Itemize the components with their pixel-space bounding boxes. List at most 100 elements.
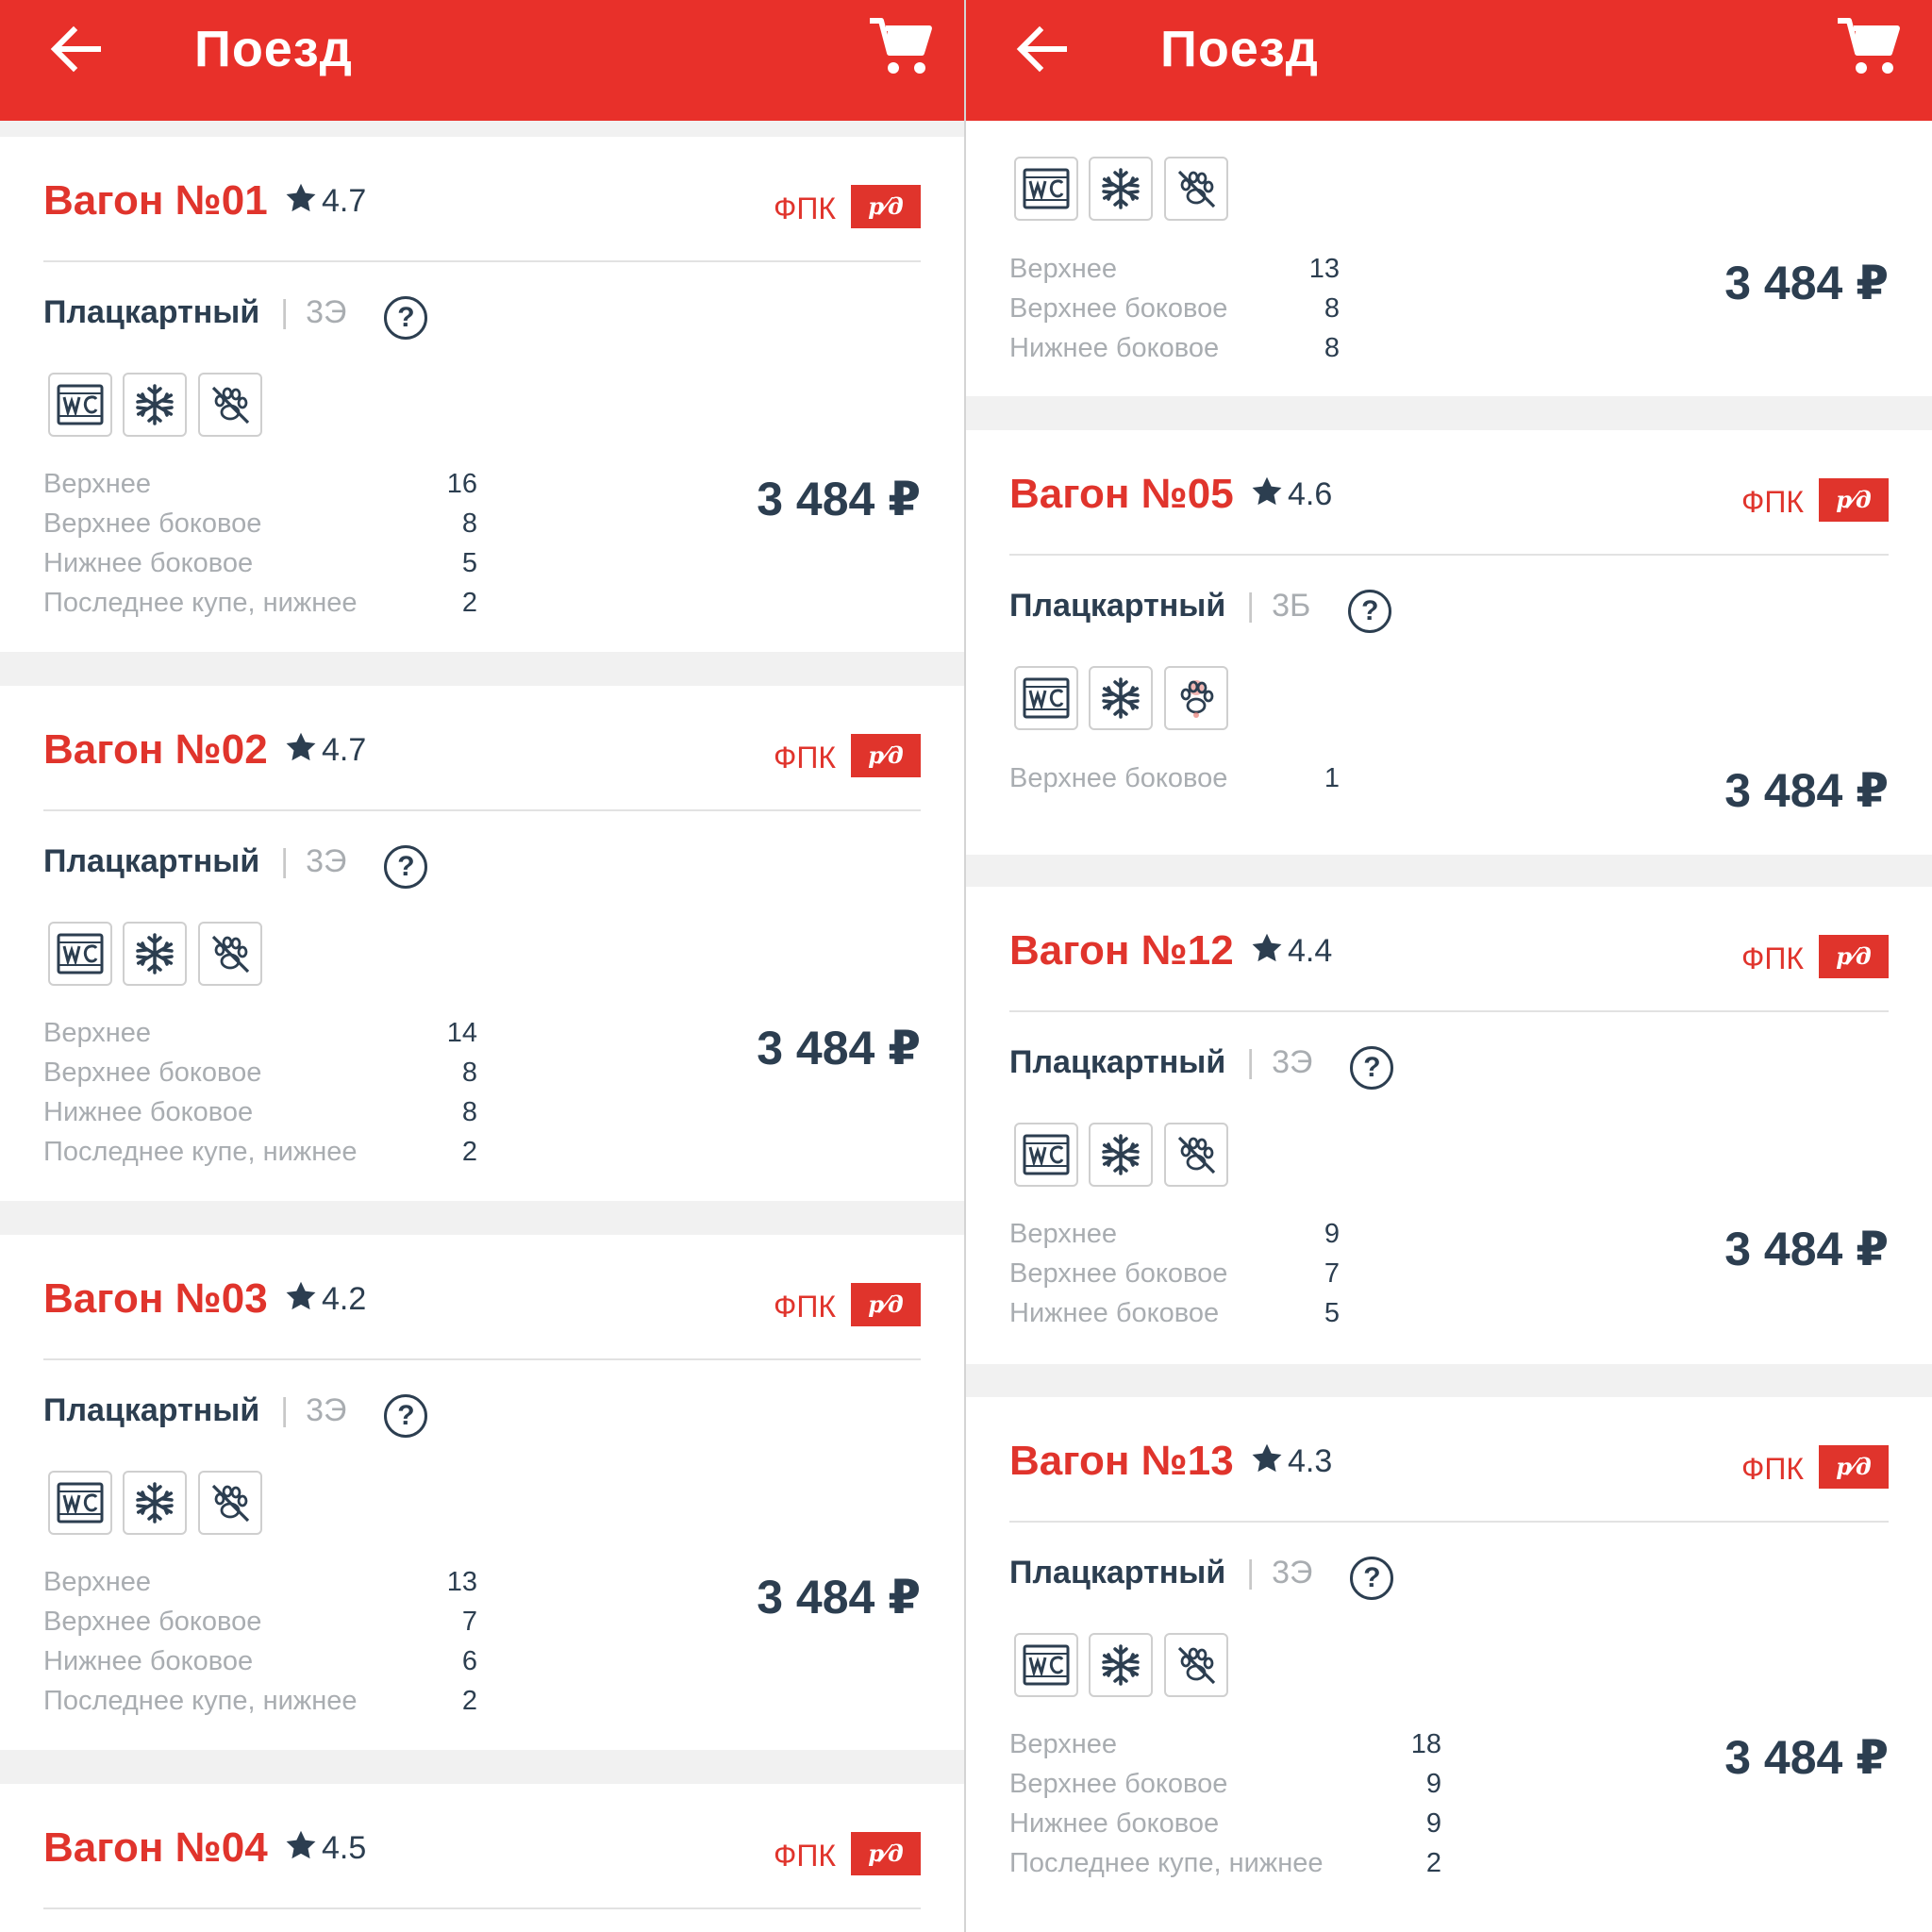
snowflake-icon[interactable] — [123, 1471, 187, 1535]
page-title: Поезд — [1160, 21, 1319, 77]
pets-allowed-icon[interactable] — [1164, 666, 1228, 730]
car-class: Плацкартный | 3Э? — [1009, 1552, 1394, 1600]
car-card[interactable]: Вагон №03 4.2 ФПК р⁄д Плацкартный | 3Э? Ве… — [0, 1235, 964, 1750]
car-class: Плацкартный | 3Э? — [43, 1390, 428, 1438]
seat-type: Верхнее боковое — [43, 1607, 262, 1637]
no-pets-icon[interactable] — [1164, 1123, 1228, 1187]
seat-row: Верхнее 14 — [43, 1013, 477, 1053]
car-card-header: Вагон №03 4.2 ФПК р⁄д — [43, 1235, 921, 1360]
seat-type: Верхнее боковое — [1009, 1258, 1228, 1289]
car-price[interactable]: 3 484 ₽ — [1724, 1729, 1889, 1786]
right-screen: Поезд Верхнее 13 Верхнее боковое 8 Нижнее … — [966, 0, 1932, 1932]
seat-type: Верхнее боковое — [43, 1058, 262, 1088]
help-icon[interactable]: ? — [1350, 1557, 1394, 1600]
car-price[interactable]: 3 484 ₽ — [1724, 255, 1889, 311]
app-bar: Поезд — [0, 0, 964, 121]
help-icon[interactable]: ? — [1348, 590, 1392, 633]
car-card[interactable]: Вагон №12 4.4 ФПК р⁄д Плацкартный | 3Э? Ве… — [966, 887, 1932, 1364]
wc-icon[interactable] — [1014, 1633, 1078, 1697]
rating-value: 4.7 — [322, 732, 367, 768]
no-pets-icon[interactable] — [198, 373, 262, 437]
car-price[interactable]: 3 484 ₽ — [757, 1569, 921, 1625]
car-title: Вагон №13 — [1009, 1438, 1234, 1484]
page-title: Поезд — [194, 21, 353, 77]
seat-row: Верхнее боковое 1 — [1009, 758, 1349, 798]
help-icon[interactable]: ? — [384, 1394, 428, 1438]
seat-row: Верхнее 13 — [1009, 249, 1349, 289]
car-class-code: 3Э — [1272, 1044, 1313, 1080]
car-card[interactable]: Вагон №05 4.6 ФПК р⁄д Плацкартный | 3Б? Ве… — [966, 430, 1932, 855]
car-title: Вагон №02 — [43, 726, 268, 773]
seat-type: Нижнее боковое — [43, 1097, 254, 1127]
snowflake-icon[interactable] — [1089, 666, 1153, 730]
help-icon[interactable]: ? — [384, 845, 428, 889]
wc-icon[interactable] — [1014, 157, 1078, 221]
seat-list: Верхнее 18 Верхнее боковое 9 Нижнее боково… — [1009, 1724, 1462, 1883]
car-rating: 4.3 — [1250, 1441, 1332, 1482]
shopping-cart-icon[interactable] — [868, 15, 934, 77]
snowflake-icon[interactable] — [123, 922, 187, 986]
seat-list: Верхнее 16 Верхнее боковое 8 Нижнее боково… — [43, 464, 477, 623]
carrier-label: ФПК — [1741, 941, 1804, 975]
seat-count: 18 — [1410, 1729, 1441, 1759]
seat-row: Верхнее 9 — [1009, 1214, 1349, 1254]
car-price[interactable]: 3 484 ₽ — [757, 471, 921, 527]
wc-icon[interactable] — [1014, 666, 1078, 730]
seat-type: Верхнее — [1009, 1219, 1118, 1249]
car-class-name: Плацкартный — [43, 294, 260, 330]
seat-count: 8 — [461, 1097, 477, 1127]
star-icon — [1250, 1441, 1284, 1475]
seat-count: 13 — [446, 1567, 477, 1597]
snowflake-icon[interactable] — [1089, 1633, 1153, 1697]
car-class-name: Плацкартный — [43, 1392, 260, 1428]
arrow-left-icon[interactable] — [47, 23, 104, 75]
arrow-left-icon[interactable] — [1013, 23, 1070, 75]
car-card-header: Вагон №12 4.4 ФПК р⁄д — [1009, 887, 1889, 1012]
snowflake-icon[interactable] — [1089, 1123, 1153, 1187]
seat-type: Последнее купе, нижнее — [43, 1686, 358, 1716]
seat-row: Последнее купе, нижнее 2 — [43, 1132, 477, 1172]
wc-icon[interactable] — [48, 373, 112, 437]
seat-type: Верхнее — [43, 469, 152, 499]
car-class: Плацкартный | 3Б? — [1009, 585, 1392, 633]
seat-list: Верхнее 14 Верхнее боковое 8 Нижнее боково… — [43, 1013, 477, 1172]
car-price[interactable]: 3 484 ₽ — [1724, 1221, 1889, 1277]
seat-row: Верхнее боковое 7 — [1009, 1254, 1349, 1293]
seat-row: Нижнее боковое 5 — [1009, 1293, 1349, 1333]
snowflake-icon[interactable] — [1089, 157, 1153, 221]
seat-count: 14 — [446, 1018, 477, 1048]
car-class-code: 3Э — [306, 294, 347, 330]
no-pets-icon[interactable] — [1164, 157, 1228, 221]
rating-value: 4.7 — [322, 183, 367, 219]
car-card[interactable]: Вагон №02 4.7 ФПК р⁄д Плацкартный | 3Э? Ве… — [0, 686, 964, 1201]
car-class-name: Плацкартный — [43, 843, 260, 879]
seat-row: Верхнее боковое 8 — [43, 1053, 477, 1092]
help-icon[interactable]: ? — [1350, 1046, 1394, 1090]
seat-count: 8 — [1324, 333, 1340, 363]
car-card[interactable]: Верхнее 13 Верхнее боковое 8 Нижнее боково… — [966, 121, 1932, 396]
wc-icon[interactable] — [48, 1471, 112, 1535]
seat-list: Верхнее 9 Верхнее боковое 7 Нижнее боковое… — [1009, 1214, 1349, 1333]
seat-type: Нижнее боковое — [1009, 1808, 1220, 1839]
car-card[interactable]: Вагон №13 4.3 ФПК р⁄д Плацкартный | 3Э? Ве… — [966, 1397, 1932, 1932]
car-price[interactable]: 3 484 ₽ — [757, 1020, 921, 1076]
wc-icon[interactable] — [48, 922, 112, 986]
class-separator: | — [280, 1392, 290, 1428]
car-title: Вагон №05 — [1009, 471, 1234, 517]
shopping-cart-icon[interactable] — [1836, 15, 1902, 77]
wc-icon[interactable] — [1014, 1123, 1078, 1187]
no-pets-icon[interactable] — [198, 1471, 262, 1535]
help-icon[interactable]: ? — [384, 296, 428, 340]
seat-type: Верхнее боковое — [1009, 1769, 1228, 1799]
no-pets-icon[interactable] — [1164, 1633, 1228, 1697]
snowflake-icon[interactable] — [123, 373, 187, 437]
car-card[interactable]: Вагон №01 4.7 ФПК р⁄д Плацкартный | 3Э? Ве… — [0, 137, 964, 652]
seat-row: Последнее купе, нижнее 2 — [1009, 1843, 1462, 1883]
no-pets-icon[interactable] — [198, 922, 262, 986]
seat-count: 9 — [1425, 1808, 1441, 1839]
carrier-label: ФПК — [774, 192, 836, 225]
car-class-name: Плацкартный — [1009, 1555, 1226, 1591]
car-title: Вагон №01 — [43, 177, 268, 224]
car-price[interactable]: 3 484 ₽ — [1724, 762, 1889, 819]
car-card[interactable]: Вагон №04 4.5 ФПК р⁄д — [0, 1784, 964, 1932]
